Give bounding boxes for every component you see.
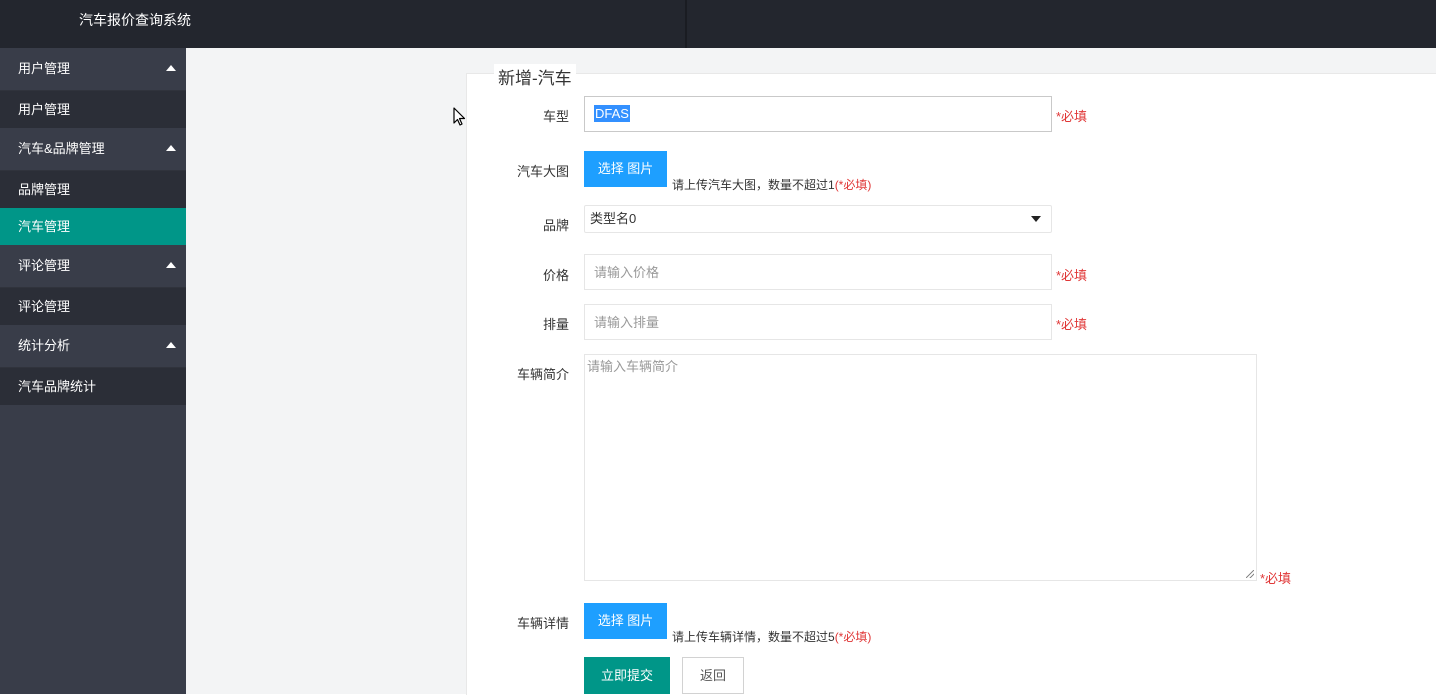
displacement-required-mark: *必填 — [1056, 317, 1088, 332]
price-label: 价格 — [542, 268, 569, 283]
detail-images-label: 车辆详情 — [516, 616, 569, 631]
caret-up-icon — [166, 65, 176, 71]
back-button[interactable]: 返回 — [682, 657, 744, 694]
sidebar-item-user-management[interactable]: 用户管理 — [0, 91, 186, 128]
detail-images-upload-button[interactable]: 选择 图片 — [584, 603, 667, 639]
top-bar: 汽车报价查询系统 — [0, 0, 1436, 48]
detail-images-hint-text: 请上传车辆详情，数量不超过5 — [672, 630, 835, 644]
dropdown-arrow-icon — [1031, 216, 1041, 222]
sidebar-item-comment-management[interactable]: 评论管理 — [0, 288, 186, 325]
sidebar-group-label: 汽车&品牌管理 — [18, 141, 105, 156]
sidebar-item-brand-management[interactable]: 品牌管理 — [0, 171, 186, 208]
intro-textarea[interactable] — [584, 354, 1257, 581]
sidebar-group-label: 用户管理 — [18, 61, 71, 76]
main-image-hint: 请上传汽车大图，数量不超过1(*必填) — [672, 176, 871, 193]
displacement-input[interactable] — [584, 304, 1052, 340]
detail-images-hint: 请上传车辆详情，数量不超过5(*必填) — [672, 628, 871, 645]
mouse-cursor-icon — [453, 107, 466, 126]
price-input[interactable] — [584, 254, 1052, 290]
model-label: 车型 — [542, 109, 569, 124]
model-input-value: DFAS — [594, 105, 630, 122]
sidebar-group-statistics[interactable]: 统计分析 — [0, 325, 186, 368]
sidebar-item-brand-statistics[interactable]: 汽车品牌统计 — [0, 368, 186, 405]
caret-up-icon — [166, 262, 176, 268]
sidebar-item-label: 汽车管理 — [18, 219, 71, 234]
sidebar-group-car-brand[interactable]: 汽车&品牌管理 — [0, 128, 186, 171]
main-image-label: 汽车大图 — [516, 164, 569, 179]
caret-up-icon — [166, 145, 176, 151]
brand-select-value: 类型名0 — [590, 211, 637, 226]
intro-required-mark: *必填 — [1260, 571, 1292, 586]
app-title: 汽车报价查询系统 — [79, 12, 191, 28]
brand-select[interactable]: 类型名0 — [584, 205, 1052, 233]
sidebar-group-label: 统计分析 — [18, 338, 71, 353]
resize-grip-icon[interactable] — [1246, 570, 1254, 578]
sidebar-group-user[interactable]: 用户管理 — [0, 48, 186, 91]
main-image-hint-required: (*必填) — [834, 178, 872, 192]
form-title: 新增-汽车 — [494, 64, 576, 89]
sidebar-item-car-management[interactable]: 汽车管理 — [0, 208, 186, 245]
sidebar-item-label: 品牌管理 — [18, 182, 71, 197]
brand-label: 品牌 — [542, 218, 569, 233]
caret-up-icon — [166, 342, 176, 348]
sidebar-item-label: 汽车品牌统计 — [18, 379, 97, 394]
detail-images-hint-required: (*必填) — [834, 630, 872, 644]
model-input[interactable]: DFAS — [584, 96, 1052, 132]
price-required-mark: *必填 — [1056, 268, 1088, 283]
model-required-mark: *必填 — [1056, 109, 1088, 124]
sidebar-group-label: 评论管理 — [18, 258, 71, 273]
displacement-label: 排量 — [542, 317, 569, 332]
topbar-divider — [685, 0, 687, 48]
intro-label: 车辆简介 — [516, 367, 569, 382]
submit-button[interactable]: 立即提交 — [584, 657, 670, 694]
sidebar-item-label: 评论管理 — [18, 299, 71, 314]
main-image-hint-text: 请上传汽车大图，数量不超过1 — [672, 178, 835, 192]
sidebar-item-label: 用户管理 — [18, 102, 71, 117]
main-image-upload-button[interactable]: 选择 图片 — [584, 151, 667, 187]
sidebar: 用户管理 用户管理 汽车&品牌管理 品牌管理 汽车管理 评论管理 评论管理 统计… — [0, 48, 186, 694]
sidebar-group-comment[interactable]: 评论管理 — [0, 245, 186, 288]
